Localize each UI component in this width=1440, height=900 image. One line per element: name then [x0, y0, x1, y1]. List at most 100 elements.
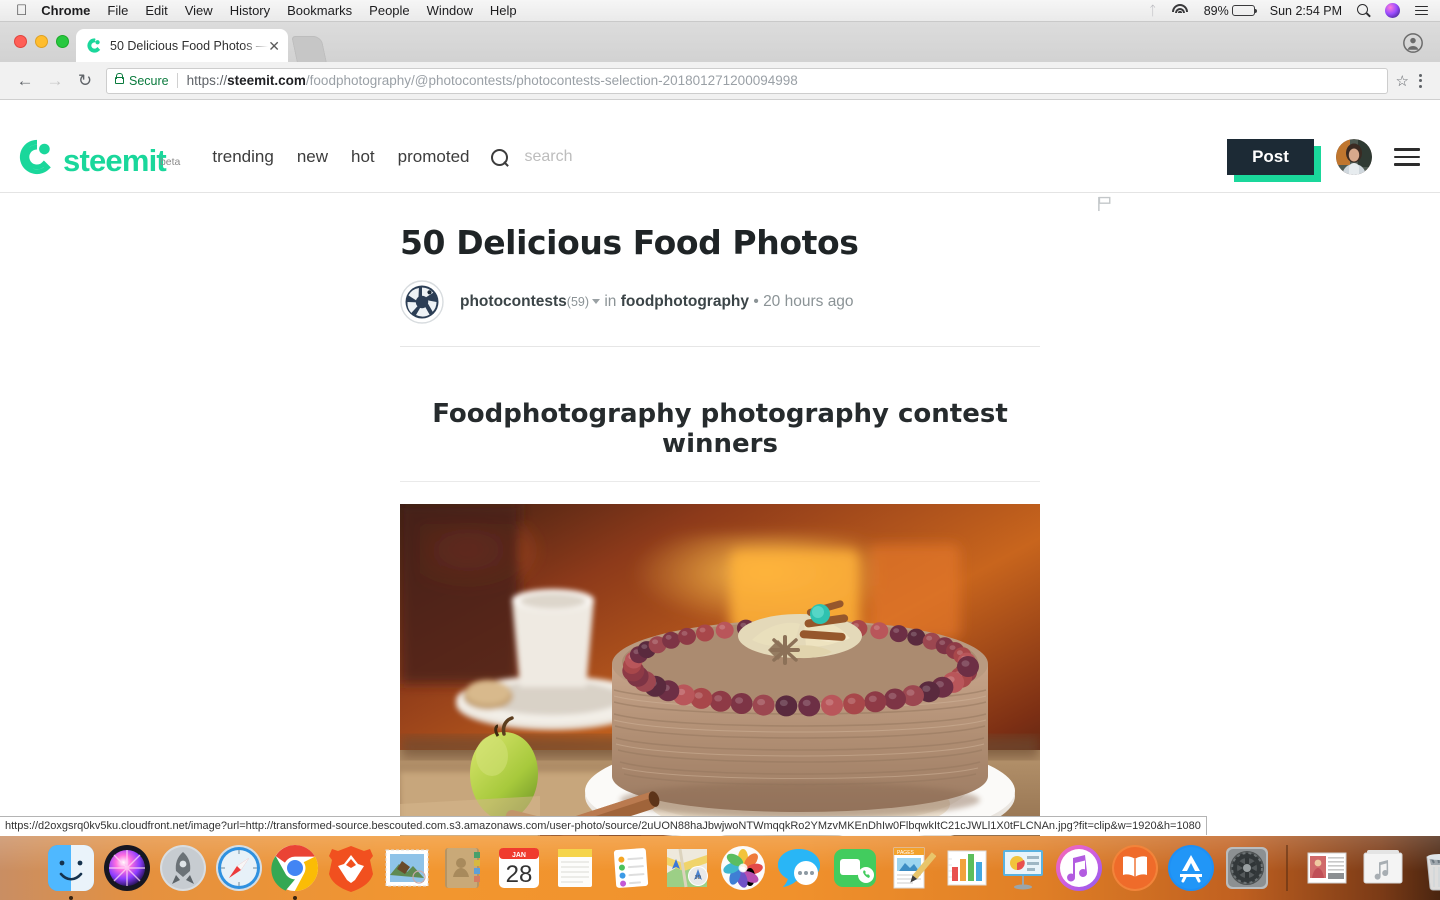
secure-label: Secure [129, 73, 169, 88]
search-input[interactable]: search [524, 148, 572, 166]
running-indicator [69, 896, 73, 900]
dock-item-reminders[interactable] [606, 843, 656, 893]
steemit-favicon [87, 38, 101, 53]
dock-item-facetime[interactable] [830, 843, 880, 893]
browser-tab[interactable]: 50 Delicious Food Photos — St ✕ [76, 29, 288, 62]
steemit-logo-text: steemit [63, 143, 167, 178]
user-avatar-image [1336, 139, 1372, 175]
author-reputation: (59) [566, 295, 590, 309]
hamburger-menu-icon[interactable] [1394, 148, 1420, 166]
nav-trending[interactable]: trending [212, 147, 273, 167]
flag-icon[interactable] [1097, 196, 1112, 212]
dock-item-notes[interactable] [550, 843, 600, 893]
dock-item-photos[interactable] [718, 843, 768, 893]
dock-item-chrome[interactable] [270, 843, 320, 900]
steemit-logo[interactable]: steemit [18, 138, 167, 178]
dock-item-siri[interactable] [102, 843, 152, 893]
chrome-profile-icon[interactable] [1402, 32, 1424, 54]
mac-dock: JAN 28 3D PAGES [0, 836, 1440, 900]
dock-item-system-preferences[interactable] [1222, 843, 1272, 893]
menu-window[interactable]: Window [427, 3, 473, 18]
menu-chrome[interactable]: Chrome [41, 3, 90, 18]
dock-item-brave[interactable] [326, 843, 376, 893]
wifi-icon[interactable] [1172, 4, 1189, 17]
close-tab-icon[interactable]: ✕ [268, 39, 280, 53]
siri-icon[interactable] [1385, 3, 1400, 18]
address-bar[interactable]: Secure https://steemit.com/foodphotograp… [106, 67, 1388, 94]
lock-icon [115, 73, 124, 84]
minimize-window-button[interactable] [35, 35, 48, 48]
omnibox-divider [176, 73, 178, 88]
forward-arrow-icon: → [46, 70, 64, 90]
dock-item-safari[interactable] [214, 843, 264, 893]
page-title: 50 Delicious Food Photos [400, 223, 859, 262]
dock-item-mail[interactable] [382, 843, 432, 893]
nav-promoted[interactable]: promoted [398, 147, 470, 167]
dock-item-music-folder[interactable] [1358, 843, 1408, 893]
battery-icon [1231, 5, 1257, 16]
new-tab-icon[interactable] [291, 36, 327, 62]
search-icon[interactable] [491, 148, 509, 166]
header-actions: Post [1227, 139, 1420, 182]
dock-item-numbers[interactable] [942, 843, 992, 893]
dock-item-finder[interactable] [46, 843, 96, 900]
avatar[interactable] [1336, 139, 1372, 175]
apple-logo-icon[interactable]:  [16, 3, 27, 18]
byline: photocontests(59) in foodphotography • 2… [400, 280, 1040, 347]
byline-text: photocontests(59) in foodphotography • 2… [460, 293, 854, 311]
dock-item-messages[interactable] [774, 843, 824, 893]
camera-aperture-avatar[interactable] [400, 280, 444, 324]
battery-status[interactable]: 89% [1203, 3, 1257, 18]
site-nav: trending new hot promoted [212, 147, 469, 167]
battery-percent-label: 89% [1203, 3, 1229, 18]
dock-item-calendar[interactable]: JAN 28 [494, 843, 544, 893]
back-arrow-icon[interactable]: ← [10, 66, 40, 96]
maximize-window-button[interactable] [56, 35, 69, 48]
bluetooth-icon[interactable]: ᛏ [1149, 3, 1157, 18]
menu-bookmarks[interactable]: Bookmarks [287, 3, 352, 18]
star-bookmark-icon[interactable]: ☆ [1396, 72, 1409, 90]
mac-menu-bar:  Chrome File Edit View History Bookmark… [0, 0, 1440, 22]
article: 50 Delicious Food Photos photocontests(5… [400, 193, 1111, 838]
category-link[interactable]: foodphotography [621, 293, 749, 310]
dock-item-itunes[interactable] [1054, 843, 1104, 893]
calendar-day: 28 [506, 861, 533, 888]
dock-item-maps[interactable]: 3D [662, 843, 712, 893]
author-name[interactable]: photocontests [460, 293, 567, 310]
chevron-down-icon[interactable] [592, 299, 601, 304]
dock-divider [1286, 845, 1288, 891]
dock-item-contacts[interactable] [438, 843, 488, 893]
in-label: in [604, 293, 617, 310]
dock-item-app-store[interactable] [1166, 843, 1216, 893]
svg-text:PAGES: PAGES [897, 850, 915, 856]
menu-edit[interactable]: Edit [145, 3, 167, 18]
nav-new[interactable]: new [297, 147, 328, 167]
post-age: 20 hours ago [763, 293, 854, 310]
menu-bar-clock[interactable]: Sun 2:54 PM [1270, 4, 1342, 18]
steemit-logo-beta: beta [159, 156, 181, 168]
nav-hot[interactable]: hot [351, 147, 375, 167]
dock-item-downloads-stack[interactable] [1302, 843, 1352, 893]
menu-view[interactable]: View [185, 3, 213, 18]
close-window-button[interactable] [14, 35, 27, 48]
steemit-logo-icon [19, 139, 51, 175]
steemit-header: steemit beta trending new hot promoted s… [0, 122, 1440, 193]
dock-item-launchpad[interactable] [158, 843, 208, 893]
url-domain: steemit.com [227, 73, 306, 88]
post-button[interactable]: Post [1227, 139, 1321, 182]
menu-people[interactable]: People [369, 3, 409, 18]
notification-center-icon[interactable] [1415, 5, 1428, 16]
article-image[interactable] [400, 504, 1040, 838]
chrome-menu-icon[interactable] [1413, 73, 1430, 88]
spotlight-search-icon[interactable] [1357, 4, 1370, 17]
menu-file[interactable]: File [107, 3, 128, 18]
reload-icon[interactable]: ↻ [70, 66, 100, 96]
site-search[interactable]: search [491, 148, 573, 166]
dock-item-trash[interactable] [1414, 843, 1440, 893]
menu-help[interactable]: Help [490, 3, 517, 18]
menu-history[interactable]: History [230, 3, 270, 18]
dock-item-pages[interactable]: PAGES [886, 843, 936, 893]
dock-item-ibooks[interactable] [1110, 843, 1160, 893]
dock-item-keynote[interactable] [998, 843, 1048, 893]
url-scheme: https:// [186, 73, 228, 88]
